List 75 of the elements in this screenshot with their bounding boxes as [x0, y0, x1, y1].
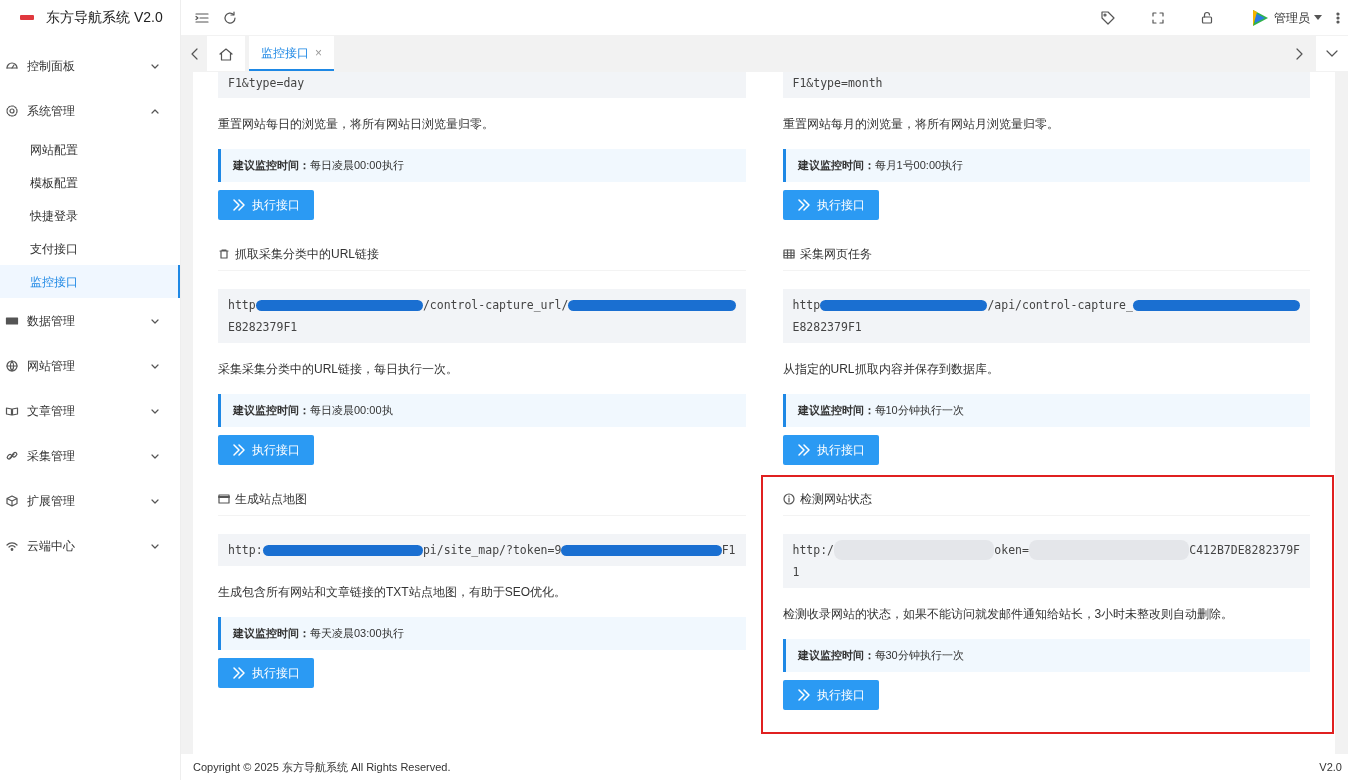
- chevron-down-icon: [1326, 49, 1338, 58]
- copyright-text: Copyright © 2025 东方导航系统 All Rights Reserved.: [193, 759, 451, 775]
- double-chevron-icon: [232, 667, 246, 679]
- url-text: E8282379F1: [792, 319, 862, 336]
- suggestion-note: 建议监控时间：每日凌晨00:00执行: [218, 149, 746, 182]
- url-text: E8282379F1: [228, 319, 298, 336]
- suggestion-note: 建议监控时间：每月1号00:00执行: [782, 149, 1310, 182]
- double-chevron-icon: [796, 444, 811, 456]
- card-description: 检测收录网站的状态，如果不能访问就发邮件通知给站长，3小时未整改则自动删除。: [782, 606, 1235, 622]
- more-icon[interactable]: [1336, 11, 1340, 24]
- sidebar-item[interactable]: 控制面板: [0, 43, 180, 88]
- fullscreen-icon[interactable]: [1152, 11, 1164, 24]
- sidebar-item[interactable]: 云端中心: [0, 523, 180, 568]
- cube-icon: [5, 493, 19, 508]
- url-text: pi/site_map/?token=9: [422, 542, 562, 559]
- suggestion-note: 建议监控时间：每日凌晨00:00执: [218, 394, 746, 427]
- url-text: http: [792, 297, 821, 314]
- card-description: 从指定的URL抓取内容并保存到数据库。: [782, 361, 1000, 377]
- sidebar-item[interactable]: 文章管理: [0, 388, 180, 433]
- suggestion-note: 建议监控时间：每10分钟执行一次: [782, 394, 1310, 427]
- card-description: 重置网站每月的浏览量，将所有网站月浏览量归零。: [782, 116, 1060, 132]
- url-text: F1&type=day: [228, 75, 305, 92]
- tag-icon[interactable]: [1100, 9, 1116, 26]
- url-text: 1: [792, 564, 800, 581]
- url-text: /api/control-capture_: [987, 297, 1133, 314]
- window-icon: [218, 493, 230, 505]
- url-text: C412B7DE8282379F: [1189, 542, 1300, 559]
- sidebar-item[interactable]: 数据管理: [0, 298, 180, 343]
- card-title: 抓取采集分类中的URL链接: [235, 247, 379, 261]
- home-tab[interactable]: [207, 36, 245, 71]
- logo-icon: [20, 15, 34, 20]
- double-chevron-icon: [796, 689, 811, 701]
- chevron-right-icon[interactable]: [1296, 47, 1304, 60]
- version-text: V2.0: [1319, 759, 1342, 775]
- sidebar-item[interactable]: 系统管理: [0, 88, 180, 133]
- app-title: 东方导航系统 V2.0: [46, 8, 163, 27]
- url-text: oken=: [994, 542, 1029, 559]
- url-text: F1: [721, 542, 736, 559]
- url-text: /control-capture_url/: [422, 297, 569, 314]
- double-chevron-icon: [796, 199, 811, 211]
- card-description: 生成包含所有网站和文章链接的TXT站点地图，有助于SEO优化。: [218, 584, 567, 600]
- url-text: http:/: [792, 542, 835, 559]
- double-chevron-icon: [232, 199, 246, 211]
- table-icon: [782, 248, 795, 260]
- user-menu[interactable]: 管理员: [1250, 7, 1322, 28]
- url-text: http:: [228, 542, 263, 559]
- card-description: 采集采集分类中的URL链接，每日执行一次。: [218, 361, 459, 377]
- suggestion-note: 建议监控时间：每天凌晨03:00执行: [218, 617, 746, 650]
- play-logo-icon: [1250, 7, 1270, 28]
- sidebar-item[interactable]: 网站管理: [0, 343, 180, 388]
- sidebar-subitem[interactable]: 网站配置: [0, 133, 180, 166]
- info-icon: [782, 493, 795, 505]
- double-chevron-icon: [232, 444, 246, 456]
- menu-icon[interactable]: [195, 10, 209, 25]
- sidebar-subitem[interactable]: 模板配置: [0, 166, 180, 199]
- page-tab[interactable]: 监控接口 ×: [249, 36, 334, 71]
- refresh-icon[interactable]: [223, 10, 237, 25]
- globe-icon: [5, 358, 19, 373]
- url-text: http: [228, 297, 256, 314]
- url-text: F1&type=month: [792, 75, 883, 92]
- chevron-left-icon[interactable]: [191, 47, 199, 60]
- sidebar-subitem[interactable]: 快捷登录: [0, 199, 180, 232]
- suggestion-note: 建议监控时间：每30分钟执行一次: [782, 639, 1310, 672]
- sidebar-subitem[interactable]: 监控接口: [0, 265, 180, 298]
- sidebar-item[interactable]: 采集管理: [0, 433, 180, 478]
- card-title: 检测网站状态: [799, 492, 872, 506]
- sidebar-item[interactable]: 扩展管理: [0, 478, 180, 523]
- gear-icon: [5, 103, 19, 118]
- card-description: 重置网站每日的浏览量，将所有网站日浏览量归零。: [218, 116, 495, 132]
- trash-icon: [218, 248, 230, 260]
- card-title: 生成站点地图: [235, 492, 307, 506]
- card-title: 采集网页任务: [799, 247, 872, 261]
- lock-icon[interactable]: [1200, 10, 1214, 25]
- sidebar-subitem[interactable]: 支付接口: [0, 232, 180, 265]
- caret-down-icon: [1314, 14, 1322, 21]
